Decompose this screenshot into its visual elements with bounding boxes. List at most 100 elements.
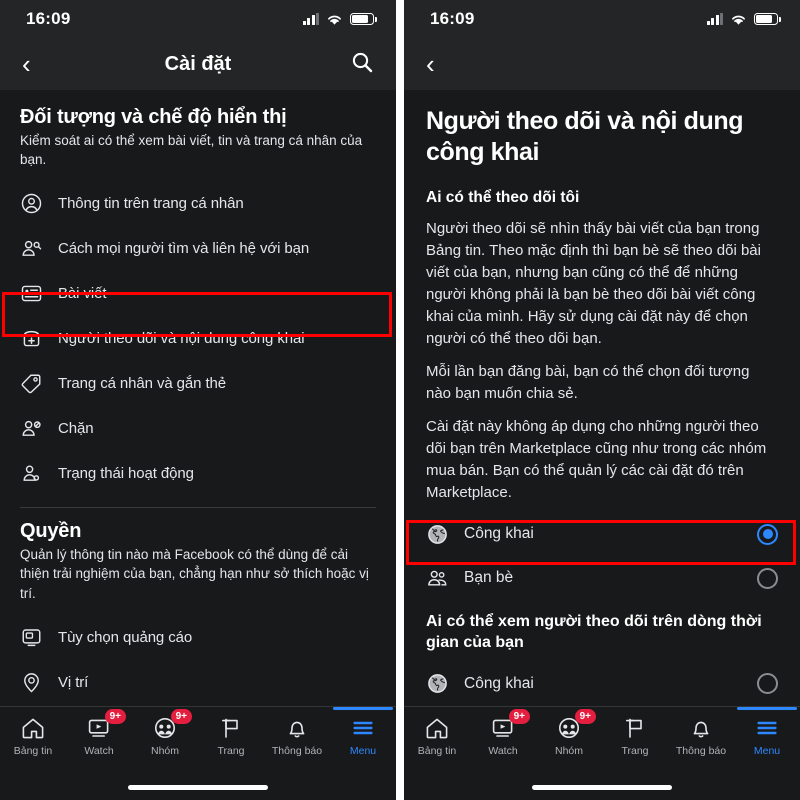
settings-list-left[interactable]: Đối tượng và chế độ hiển thị Kiểm soát a… bbox=[0, 90, 396, 706]
option-friends-follow[interactable]: Bạn bè bbox=[404, 556, 800, 600]
paragraph-3: Cài đặt này không áp dụng cho những ngườ… bbox=[426, 417, 767, 502]
person-activity-icon bbox=[23, 465, 40, 482]
home-indicator-area-left bbox=[0, 774, 396, 800]
watch-video-icon: 9+ bbox=[490, 709, 530, 740]
person-search-icon bbox=[22, 241, 42, 257]
home-indicator-area-right bbox=[404, 774, 800, 800]
sidebar-item-find-contact[interactable]: Cách mọi người tìm và liên hệ với bạn bbox=[0, 226, 396, 271]
badge-count: 9+ bbox=[508, 709, 530, 724]
bell-icon bbox=[284, 716, 310, 740]
wifi-icon bbox=[328, 15, 341, 25]
sidebar-item-profile-info[interactable]: Thông tin trên trang cá nhân bbox=[0, 181, 396, 226]
tab-notifications[interactable]: Thông báo bbox=[264, 716, 330, 757]
status-bar-left: 16:09 bbox=[0, 0, 396, 38]
radio-public-follow[interactable] bbox=[757, 523, 778, 545]
tab-pages[interactable]: Trang bbox=[602, 716, 668, 757]
followers-settings-panel[interactable]: Người theo dõi và nội dung công khai Ai … bbox=[404, 90, 800, 706]
tab-label: Watch bbox=[84, 745, 114, 757]
tab-groups[interactable]: 9+ Nhóm bbox=[132, 709, 198, 757]
cellular-signal-icon bbox=[302, 12, 319, 25]
home-indicator bbox=[128, 784, 268, 790]
tab-watch[interactable]: 9+ Watch bbox=[66, 709, 132, 757]
person-block-icon bbox=[22, 421, 41, 437]
option-public-see-followers[interactable]: Công khai bbox=[404, 662, 800, 706]
sidebar-item-blocking[interactable]: Chặn bbox=[0, 406, 396, 451]
battery-icon bbox=[754, 13, 781, 25]
status-icons bbox=[706, 12, 781, 26]
option-label: Bạn bè bbox=[464, 569, 514, 587]
section-title-permissions: Quyền bbox=[20, 520, 82, 543]
badge-count: 9+ bbox=[104, 709, 126, 724]
tab-label: Menu bbox=[349, 745, 377, 757]
radio-public-see-followers[interactable] bbox=[757, 673, 778, 695]
tab-label: Bảng tin bbox=[417, 745, 457, 757]
sidebar-item-label: Cách mọi người tìm và liên hệ với bạn bbox=[58, 240, 310, 258]
sidebar-item-posts[interactable]: Bài viết bbox=[0, 271, 396, 316]
badge-count: 9+ bbox=[574, 709, 596, 724]
status-icons bbox=[302, 12, 377, 26]
wifi-icon bbox=[732, 15, 745, 25]
watch-video-icon: 9+ bbox=[86, 709, 126, 740]
active-tab-indicator bbox=[737, 707, 797, 710]
tab-newsfeed[interactable]: Bảng tin bbox=[404, 716, 470, 757]
radio-friends-follow[interactable] bbox=[757, 567, 778, 589]
sidebar-item-label: Người theo dõi và nội dung công khai bbox=[58, 330, 305, 348]
groups-icon: 9+ bbox=[152, 709, 192, 740]
tab-pages[interactable]: Trang bbox=[198, 716, 264, 757]
tab-watch[interactable]: 9+ Watch bbox=[470, 709, 536, 757]
tab-menu[interactable]: Menu bbox=[734, 707, 800, 757]
nav-bar-right: ‹ bbox=[404, 38, 800, 90]
tab-bar-right[interactable]: Bảng tin 9+ Watch 9+ Nhóm Trang Thông bá… bbox=[404, 706, 800, 774]
section-divider bbox=[20, 507, 376, 509]
tab-bar-left[interactable]: Bảng tin 9+ Watch 9+ Nhóm Trang Thông bá… bbox=[0, 706, 396, 774]
groups-icon: 9+ bbox=[556, 709, 596, 740]
paragraph-2: Mỗi lần bạn đăng bài, bạn có thể chọn đố… bbox=[426, 362, 750, 402]
search-icon[interactable] bbox=[350, 50, 374, 79]
tab-label: Trang bbox=[621, 745, 649, 757]
right-phone-screen: 16:09 ‹ Người theo dõi và nội dung công … bbox=[404, 0, 800, 800]
section-title-audience: Đối tượng và chế độ hiển thị bbox=[20, 106, 287, 128]
section-desc-permissions: Quản lý thông tin nào mà Facebook có thể… bbox=[20, 547, 369, 601]
option-label: Công khai bbox=[464, 525, 534, 543]
person-circle-icon bbox=[21, 194, 42, 214]
sidebar-item-label: Chặn bbox=[58, 420, 94, 438]
section-header-who-can-follow: Ai có thể theo dõi tôi bbox=[426, 188, 580, 206]
page-title-left: Cài đặt bbox=[164, 52, 232, 75]
section-header-who-can-see-followers: Ai có thể xem người theo dõi trên dòng t… bbox=[426, 613, 762, 651]
section-desc-audience: Kiểm soát ai có thể xem bài viết, tin và… bbox=[20, 133, 363, 168]
back-button-left[interactable]: ‹ bbox=[22, 51, 48, 77]
tab-newsfeed[interactable]: Bảng tin bbox=[0, 716, 66, 757]
option-label: Công khai bbox=[464, 674, 534, 692]
tab-notifications[interactable]: Thông báo bbox=[668, 716, 734, 757]
paragraph-1: Người theo dõi sẽ nhìn thấy bài viết của… bbox=[426, 219, 761, 347]
sidebar-item-label: Trang cá nhân và gắn thẻ bbox=[58, 375, 226, 393]
cellular-signal-icon bbox=[706, 12, 723, 25]
post-card-icon bbox=[21, 286, 42, 302]
status-time: 16:09 bbox=[430, 9, 475, 28]
sidebar-item-location[interactable]: Vị trí bbox=[0, 660, 396, 705]
pages-flag-icon bbox=[622, 716, 648, 740]
sidebar-item-ad-preferences[interactable]: Tùy chọn quảng cáo bbox=[0, 615, 396, 660]
tab-menu[interactable]: Menu bbox=[330, 707, 396, 757]
tab-label: Thông báo bbox=[271, 745, 323, 757]
sidebar-item-active-status[interactable]: Trạng thái hoạt động bbox=[0, 451, 396, 496]
friends-icon bbox=[428, 570, 447, 586]
home-icon bbox=[20, 716, 46, 740]
bell-icon bbox=[688, 716, 714, 740]
page-title-right: Người theo dõi và nội dung công khai bbox=[426, 107, 744, 167]
sidebar-item-label: Tùy chọn quảng cáo bbox=[58, 628, 193, 646]
option-public-follow[interactable]: Công khai bbox=[404, 512, 800, 556]
status-time: 16:09 bbox=[26, 9, 71, 28]
followers-plus-icon bbox=[23, 331, 40, 347]
tab-label: Trang bbox=[217, 745, 245, 757]
battery-icon bbox=[350, 13, 377, 25]
tab-label: Thông báo bbox=[675, 745, 727, 757]
back-button-right[interactable]: ‹ bbox=[426, 51, 452, 77]
globe-icon bbox=[428, 524, 447, 544]
tab-groups[interactable]: 9+ Nhóm bbox=[536, 709, 602, 757]
pages-flag-icon bbox=[218, 716, 244, 740]
sidebar-item-followers-public-content[interactable]: Người theo dõi và nội dung công khai bbox=[0, 316, 396, 361]
sidebar-item-profile-tagging[interactable]: Trang cá nhân và gắn thẻ bbox=[0, 361, 396, 406]
tag-icon bbox=[21, 374, 41, 394]
tab-label: Menu bbox=[753, 745, 781, 757]
